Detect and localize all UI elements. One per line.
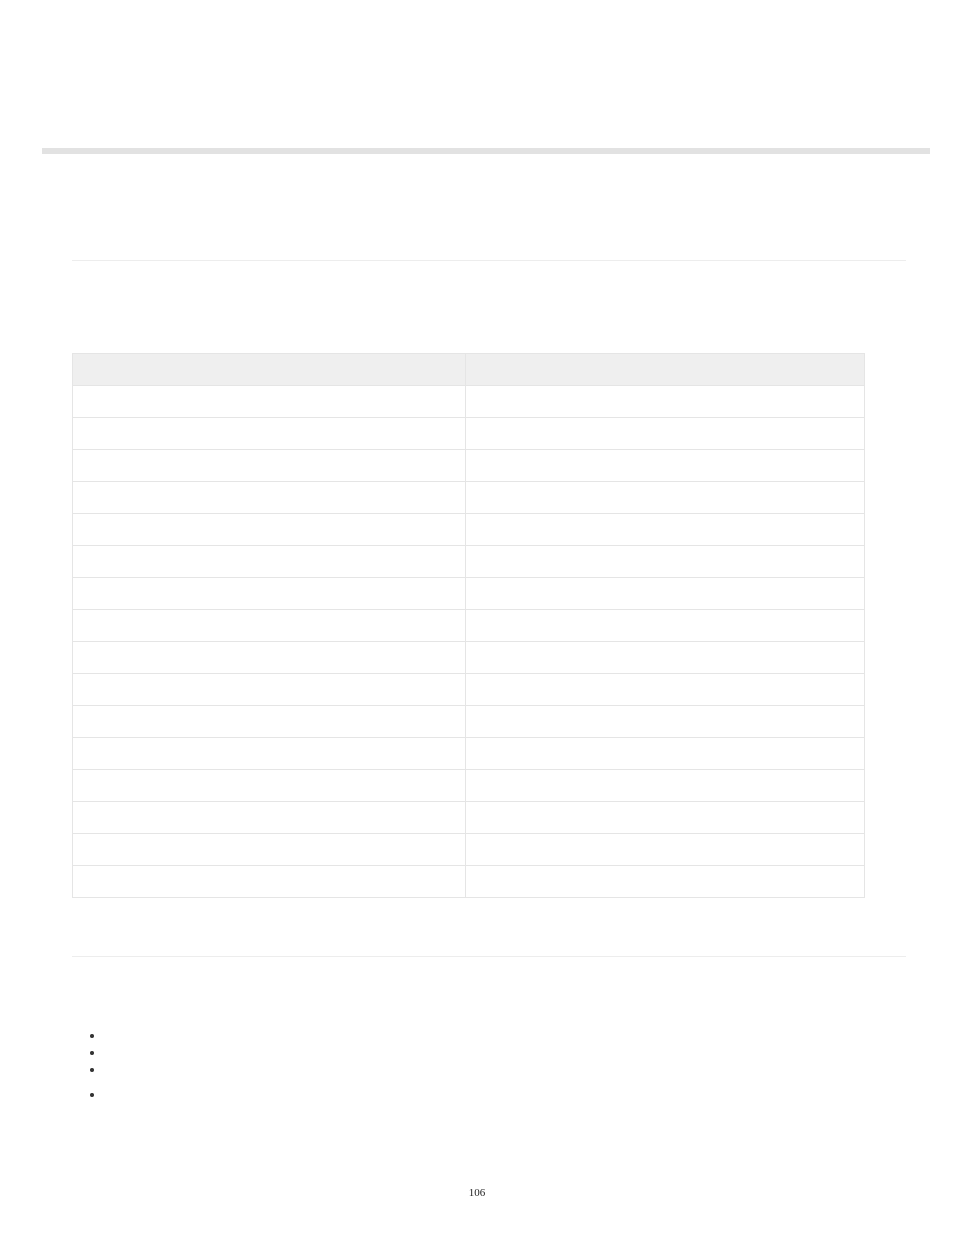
table-cell	[466, 834, 865, 866]
table-cell	[73, 834, 466, 866]
table-row	[73, 386, 865, 418]
table-cell	[73, 386, 466, 418]
table-row	[73, 866, 865, 898]
list-item	[90, 1063, 906, 1072]
bullet-list	[72, 1029, 906, 1097]
table-cell	[73, 482, 466, 514]
table-header-cell	[73, 354, 466, 386]
list-item	[90, 1088, 906, 1097]
bullet-dot-icon	[90, 1068, 94, 1072]
list-item	[90, 1046, 906, 1055]
table-cell	[73, 642, 466, 674]
table-cell	[466, 866, 865, 898]
table-cell	[466, 770, 865, 802]
table-row	[73, 418, 865, 450]
top-horizontal-rule	[42, 148, 930, 154]
table-cell	[73, 706, 466, 738]
table-row	[73, 674, 865, 706]
table-cell	[73, 802, 466, 834]
table-cell	[73, 418, 466, 450]
table-row	[73, 706, 865, 738]
table-row	[73, 482, 865, 514]
bullet-dot-icon	[90, 1051, 94, 1055]
page-content	[72, 260, 906, 1105]
table-cell	[466, 482, 865, 514]
list-item	[90, 1029, 906, 1038]
table-cell	[73, 450, 466, 482]
bullet-dot-icon	[90, 1093, 94, 1097]
table-cell	[466, 706, 865, 738]
table-row	[73, 514, 865, 546]
table-cell	[466, 738, 865, 770]
table-cell	[466, 610, 865, 642]
table-cell	[466, 674, 865, 706]
section-divider-block	[72, 956, 906, 957]
page-number: 106	[0, 1187, 954, 1199]
table-cell	[73, 578, 466, 610]
table-row	[73, 834, 865, 866]
table-cell	[73, 770, 466, 802]
table-cell	[73, 738, 466, 770]
table-cell	[73, 514, 466, 546]
table-row	[73, 642, 865, 674]
table-cell	[466, 386, 865, 418]
table-cell	[73, 610, 466, 642]
table-cell	[466, 802, 865, 834]
table-row	[73, 802, 865, 834]
table-cell	[73, 546, 466, 578]
section-divider	[72, 260, 906, 261]
table-header-cell	[466, 354, 865, 386]
table-cell	[466, 546, 865, 578]
table-row	[73, 610, 865, 642]
table-row	[73, 770, 865, 802]
bullet-dot-icon	[90, 1034, 94, 1038]
table-row	[73, 738, 865, 770]
table-cell	[466, 578, 865, 610]
table-cell	[466, 642, 865, 674]
table-cell	[466, 450, 865, 482]
table-header-row	[73, 354, 865, 386]
data-table	[72, 353, 865, 898]
section-divider	[72, 956, 906, 957]
table-row	[73, 546, 865, 578]
table-cell	[73, 866, 466, 898]
table-row	[73, 578, 865, 610]
table-row	[73, 450, 865, 482]
table-cell	[466, 514, 865, 546]
table-cell	[466, 418, 865, 450]
table-cell	[73, 674, 466, 706]
